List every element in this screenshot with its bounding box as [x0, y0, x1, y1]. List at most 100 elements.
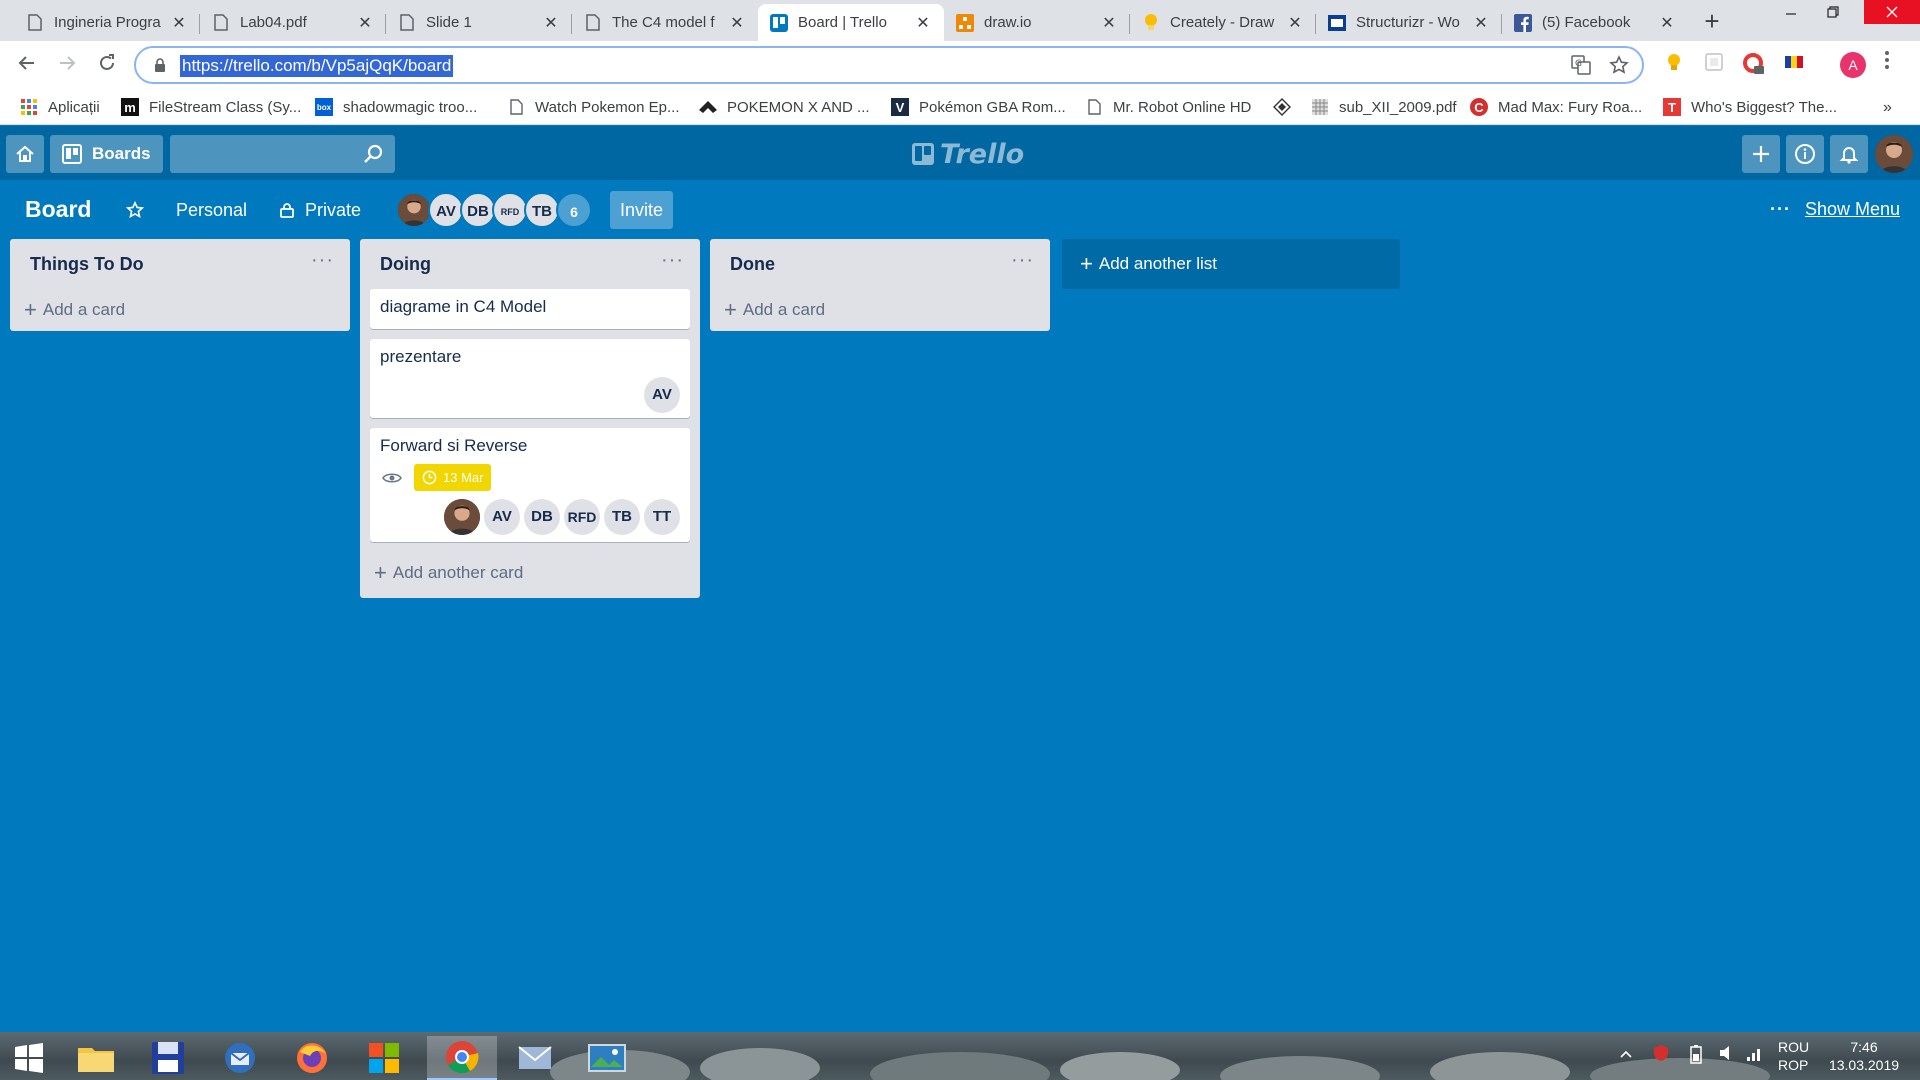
invite-button[interactable]: Invite	[610, 191, 674, 229]
taskbar-app-tiles[interactable]	[355, 1036, 413, 1080]
taskbar-chrome[interactable]	[427, 1036, 497, 1080]
list-menu-button[interactable]: ···	[1011, 249, 1034, 272]
board-search-input[interactable]	[170, 135, 395, 173]
close-icon[interactable]: ✕	[1286, 13, 1304, 33]
card-member-avatar[interactable]: AV	[484, 499, 520, 535]
bookmark-item[interactable]: V Pokémon GBA Rom...	[891, 95, 1066, 119]
bookmarks-overflow-button[interactable]: »	[1883, 99, 1892, 117]
boards-button[interactable]: Boards	[50, 135, 163, 173]
taskbar-photos[interactable]	[574, 1036, 640, 1080]
trello-logo[interactable]: Trello	[912, 139, 1024, 170]
security-tray-icon[interactable]	[1652, 1044, 1670, 1065]
start-button[interactable]	[0, 1036, 58, 1080]
card-member-avatar[interactable]: TB	[604, 499, 640, 535]
board-member-avatar[interactable]: TB	[524, 192, 560, 228]
browser-tab[interactable]: Ingineria Progra ✕	[14, 4, 200, 41]
card[interactable]: Forward si Reverse 13 Mar AV DB RFD TB T…	[370, 428, 690, 542]
card[interactable]: prezentare AV	[370, 339, 690, 418]
create-button[interactable]	[1742, 135, 1780, 173]
close-icon[interactable]: ✕	[1658, 13, 1676, 33]
address-bar[interactable]: https://trello.com/b/Vp5ajQqK/board G	[134, 46, 1644, 84]
reload-button[interactable]	[93, 51, 121, 79]
browser-tab-active[interactable]: Board | Trello ✕	[758, 4, 944, 41]
close-icon[interactable]: ✕	[914, 13, 932, 33]
browser-tab[interactable]: (5) Facebook ✕	[1502, 4, 1688, 41]
taskbar-save-app[interactable]	[139, 1036, 197, 1080]
team-button[interactable]: Personal	[170, 191, 253, 229]
bookmark-item[interactable]: m FileStream Class (Sy...	[121, 95, 301, 119]
bookmark-item[interactable]: Watch Pokemon Ep...	[507, 95, 680, 119]
close-icon[interactable]: ✕	[356, 13, 374, 33]
restore-button[interactable]	[1820, 0, 1846, 24]
board-member-avatar[interactable]: RFD	[492, 192, 528, 228]
red-extension-icon[interactable]	[1743, 53, 1765, 75]
list-title[interactable]: Doing	[380, 254, 431, 275]
add-list-button[interactable]: + Add another list	[1062, 239, 1400, 289]
card-member-avatar[interactable]: RFD	[564, 499, 600, 535]
profile-avatar[interactable]: A	[1840, 52, 1866, 78]
home-button[interactable]	[6, 135, 44, 173]
show-hidden-icons-button[interactable]	[1620, 1046, 1632, 1062]
card[interactable]: diagrame in C4 Model	[370, 289, 690, 329]
system-clock[interactable]: 7:46 13.03.2019	[1828, 1038, 1900, 1074]
browser-tab[interactable]: Creately - Draw ✕	[1130, 4, 1316, 41]
board-member-avatar[interactable]: AV	[428, 192, 464, 228]
add-card-button[interactable]: + Add a card	[10, 289, 350, 331]
bookmark-item[interactable]: Mr. Robot Online HD	[1085, 95, 1251, 119]
board-member-avatar[interactable]: DB	[460, 192, 496, 228]
browser-tab[interactable]: draw.io ✕	[944, 4, 1130, 41]
minimize-button[interactable]	[1768, 0, 1814, 24]
url-text[interactable]: https://trello.com/b/Vp5ajQqK/board	[180, 55, 454, 77]
volume-tray-icon[interactable]	[1718, 1044, 1736, 1065]
list-menu-button[interactable]: ···	[311, 249, 334, 272]
board-title[interactable]: Board	[25, 196, 91, 223]
notifications-button[interactable]	[1830, 135, 1868, 173]
lightbulb-extension-icon[interactable]	[1663, 53, 1685, 75]
input-language-indicator[interactable]: ROU ROP	[1778, 1038, 1809, 1074]
close-icon[interactable]: ✕	[1472, 13, 1490, 33]
browser-tab[interactable]: Slide 1 ✕	[386, 4, 572, 41]
browser-tab[interactable]: The C4 model f ✕	[572, 4, 758, 41]
member-avatar[interactable]	[1875, 135, 1913, 173]
taskbar-file-explorer[interactable]	[67, 1036, 125, 1080]
bookmark-item[interactable]: Aplicații	[20, 95, 100, 119]
show-menu-button[interactable]: ··· Show Menu	[1770, 199, 1900, 220]
star-board-button[interactable]	[120, 191, 150, 229]
translate-icon[interactable]: G	[1570, 55, 1592, 77]
bookmark-item[interactable]: T Who's Biggest? The...	[1663, 95, 1837, 119]
taskbar-firefox[interactable]	[283, 1036, 341, 1080]
battery-tray-icon[interactable]	[1690, 1044, 1702, 1067]
close-icon[interactable]: ✕	[542, 13, 560, 33]
list-title[interactable]: Done	[730, 254, 775, 275]
visibility-button[interactable]: Private	[273, 191, 367, 229]
pocket-extension-icon[interactable]	[1703, 53, 1725, 75]
list-title[interactable]: Things To Do	[30, 254, 144, 275]
due-date-badge[interactable]: 13 Mar	[414, 464, 492, 491]
info-button[interactable]	[1786, 135, 1824, 173]
browser-tab[interactable]: Structurizr - Wo ✕	[1316, 4, 1502, 41]
flag-extension-icon[interactable]	[1783, 53, 1805, 75]
taskbar-mail[interactable]	[504, 1036, 566, 1080]
bookmark-item[interactable]	[1273, 95, 1301, 119]
new-tab-button[interactable]: +	[1697, 6, 1727, 36]
close-icon[interactable]: ✕	[170, 13, 188, 33]
forward-button[interactable]	[53, 51, 81, 79]
add-card-button[interactable]: + Add another card	[360, 552, 700, 598]
bookmark-star-icon[interactable]	[1608, 55, 1630, 77]
card-member-avatar[interactable]: AV	[644, 377, 680, 413]
card-member-avatar[interactable]: TT	[644, 499, 680, 535]
card-member-avatar[interactable]	[444, 499, 480, 535]
add-card-button[interactable]: + Add a card	[710, 289, 1050, 331]
bookmark-item[interactable]: box shadowmagic troo...	[315, 95, 477, 119]
close-icon[interactable]: ✕	[728, 13, 746, 33]
close-icon[interactable]: ✕	[1100, 13, 1118, 33]
list-menu-button[interactable]: ···	[661, 249, 684, 272]
more-members-count[interactable]: 6	[556, 192, 592, 228]
back-button[interactable]	[13, 51, 41, 79]
search-icon[interactable]	[363, 143, 385, 165]
taskbar-thunderbird[interactable]	[211, 1036, 269, 1080]
bookmark-item[interactable]: sub_XII_2009.pdf	[1311, 95, 1457, 119]
bookmark-item[interactable]: C Mad Max: Fury Roa...	[1470, 95, 1642, 119]
network-tray-icon[interactable]	[1746, 1044, 1764, 1065]
window-close-button[interactable]	[1864, 0, 1920, 24]
